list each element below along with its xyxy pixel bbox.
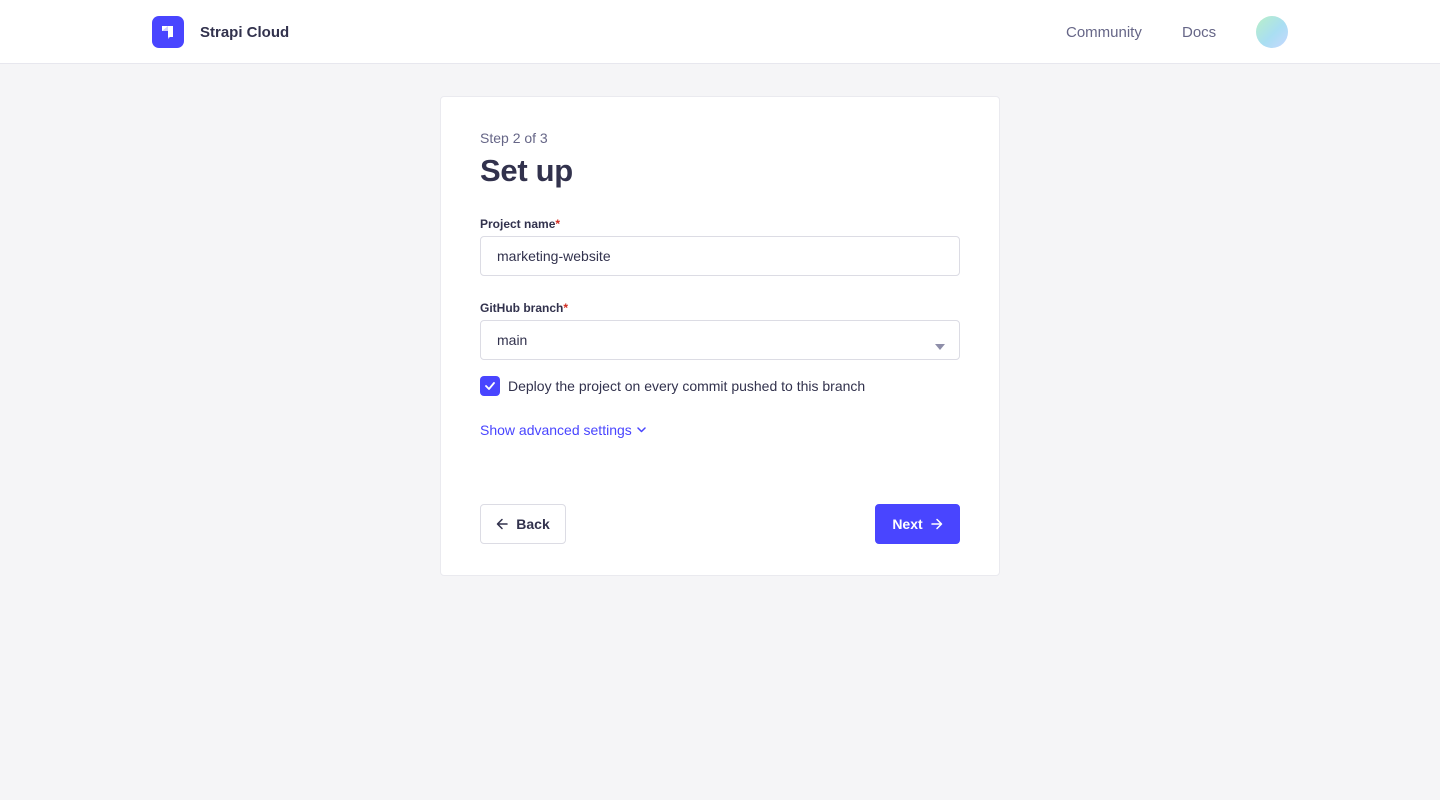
- github-branch-label: GitHub branch*: [480, 301, 568, 315]
- show-advanced-settings-link[interactable]: Show advanced settings: [480, 422, 646, 438]
- next-button[interactable]: Next: [875, 504, 960, 544]
- checkmark-icon: [485, 382, 495, 390]
- setup-card: Step 2 of 3 Set up Project name* GitHub …: [440, 96, 1000, 576]
- brand-name: Strapi Cloud: [200, 23, 290, 41]
- user-avatar[interactable]: [1256, 16, 1288, 48]
- back-label: Back: [516, 516, 550, 532]
- github-branch-select[interactable]: main: [480, 320, 960, 360]
- auto-deploy-label[interactable]: Deploy the project on every commit pushe…: [508, 378, 865, 394]
- chevron-down-icon: [637, 427, 646, 433]
- nav-community: Community: [1066, 0, 1142, 64]
- auto-deploy-row: Deploy the project on every commit pushe…: [480, 376, 865, 396]
- github-branch-label-text: GitHub branch: [480, 301, 564, 315]
- project-name-label: Project name*: [480, 217, 560, 231]
- required-mark: *: [555, 217, 561, 231]
- community-link[interactable]: Community: [1066, 24, 1142, 41]
- step-indicator: Step 2 of 3: [480, 130, 548, 146]
- auto-deploy-checkbox[interactable]: [480, 376, 500, 396]
- project-name-label-text: Project name: [480, 217, 556, 231]
- show-advanced-settings-text: Show advanced settings: [480, 422, 632, 438]
- docs-link[interactable]: Docs: [1182, 24, 1216, 41]
- caret-down-icon: [935, 337, 945, 353]
- github-branch-selected-value: main: [497, 332, 528, 348]
- page-title: Set up: [480, 153, 573, 188]
- next-label: Next: [892, 516, 923, 532]
- arrow-right-icon: [930, 518, 943, 530]
- top-navigation-bar: Strapi Cloud Community Docs: [0, 0, 1440, 64]
- strapi-logo-icon: [152, 16, 184, 48]
- arrow-left-icon: [496, 518, 509, 530]
- back-button[interactable]: Back: [480, 504, 566, 544]
- project-name-input[interactable]: [480, 236, 960, 276]
- brand[interactable]: Strapi Cloud: [152, 16, 289, 48]
- required-mark: *: [563, 301, 569, 315]
- nav-docs: Docs: [1182, 0, 1216, 64]
